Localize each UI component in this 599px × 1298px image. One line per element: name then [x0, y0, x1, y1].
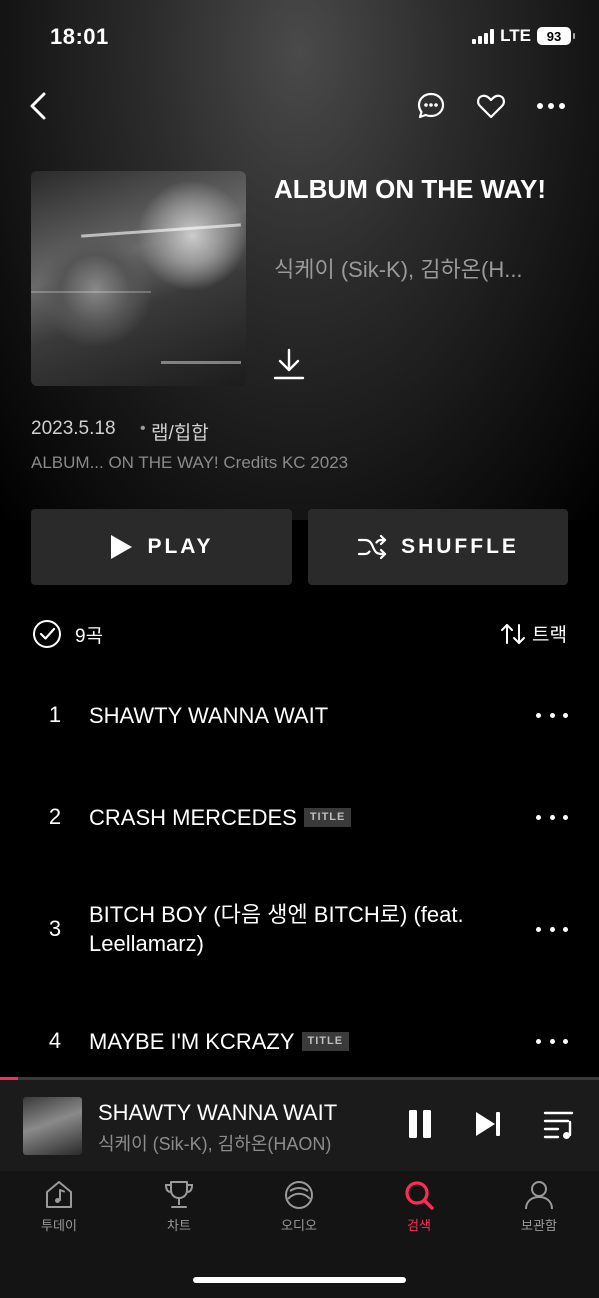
mini-player-artist: 식케이 (Sik-K), 김하온(HAON) — [98, 1134, 332, 1154]
track-title: MAYBE I'M KCRAZY TITLE — [89, 1027, 509, 1056]
profile-icon — [525, 1181, 553, 1210]
track-number: 2 — [48, 804, 62, 829]
tab-label: 오디오 — [281, 1218, 317, 1233]
album-title: ALBUM ON THE WAY! — [274, 174, 547, 204]
sort-label: 트랙 — [532, 625, 567, 646]
download-button[interactable] — [272, 346, 306, 382]
shuffle-button[interactable]: SHUFFLE — [308, 509, 568, 585]
network-type: LTE — [500, 26, 531, 45]
album-cover — [31, 171, 246, 386]
track-number: 3 — [48, 916, 62, 941]
tab-label: 보관함 — [521, 1218, 557, 1233]
genre: 랩/힙합 — [151, 423, 209, 444]
playlist-icon — [543, 1111, 574, 1139]
title-badge: TITLE — [301, 1031, 350, 1051]
more-options-button[interactable] — [533, 88, 569, 124]
download-icon — [273, 348, 305, 380]
tab-label: 차트 — [167, 1218, 191, 1233]
battery-icon: 93 — [537, 27, 575, 45]
signal-icon — [472, 28, 495, 44]
track-row[interactable]: 1 SHAWTY WANNA WAIT — [0, 690, 599, 740]
sort-button[interactable]: 트랙 — [500, 620, 567, 647]
tab-today[interactable]: 투데이 — [14, 1178, 104, 1234]
queue-button[interactable] — [540, 1106, 580, 1142]
track-more-button[interactable] — [536, 1036, 568, 1046]
play-label: PLAY — [147, 535, 214, 558]
track-row[interactable]: 3 BITCH BOY (다음 생엔 BITCH로) (feat. Leella… — [0, 890, 599, 970]
tab-label: 검색 — [407, 1218, 431, 1233]
track-title: BITCH BOY (다음 생엔 BITCH로) (feat. Leellama… — [89, 902, 464, 956]
search-icon — [405, 1181, 434, 1210]
track-count: 9곡 — [75, 625, 104, 647]
track-number: 1 — [48, 702, 62, 727]
playback-progress[interactable] — [0, 1077, 599, 1080]
today-icon — [46, 1181, 72, 1208]
title-badge: TITLE — [303, 807, 352, 827]
play-icon — [111, 535, 133, 559]
progress-fill — [0, 1077, 18, 1080]
mini-player-title: SHAWTY WANNA WAIT — [98, 1100, 338, 1125]
release-date: 2023.5.18 — [31, 418, 116, 439]
heart-icon — [477, 94, 505, 119]
comment-icon — [417, 92, 445, 119]
sort-icon — [501, 623, 526, 644]
comment-button[interactable] — [413, 88, 449, 124]
check-circle-icon — [33, 620, 61, 648]
tab-audio[interactable]: 오디오 — [254, 1178, 344, 1234]
track-row[interactable]: 2 CRASH MERCEDES TITLE — [0, 792, 599, 842]
back-icon — [30, 92, 46, 120]
shuffle-label: SHUFFLE — [401, 535, 519, 558]
album-artist[interactable]: 식케이 (Sik-K), 김하온(H... — [274, 252, 564, 284]
tab-label: 투데이 — [41, 1218, 77, 1233]
status-time: 18:01 — [50, 24, 109, 49]
play-button[interactable]: PLAY — [31, 509, 292, 585]
track-title: SHAWTY WANNA WAIT — [89, 703, 329, 728]
credits-line: ALBUM... ON THE WAY! Credits KC 2023 — [31, 453, 349, 472]
pause-button[interactable] — [402, 1106, 438, 1142]
pause-icon — [409, 1110, 431, 1138]
track-number: 4 — [48, 1028, 62, 1053]
track-title: CRASH MERCEDES TITLE — [89, 803, 509, 832]
like-button[interactable] — [473, 88, 509, 124]
mini-player-cover — [23, 1097, 82, 1155]
trophy-icon — [164, 1181, 194, 1208]
next-icon — [476, 1112, 500, 1136]
track-more-button[interactable] — [536, 924, 568, 934]
status-indicators: LTE 93 — [472, 26, 575, 46]
more-icon — [537, 103, 565, 109]
audio-icon — [285, 1181, 313, 1209]
next-button[interactable] — [470, 1106, 506, 1142]
tab-chart[interactable]: 차트 — [134, 1178, 224, 1234]
track-more-button[interactable] — [536, 710, 568, 720]
select-all-button[interactable]: 9곡 — [31, 618, 103, 650]
track-more-button[interactable] — [536, 812, 568, 822]
tab-library[interactable]: 보관함 — [494, 1178, 584, 1234]
back-button[interactable] — [24, 88, 58, 124]
track-row[interactable]: 4 MAYBE I'M KCRAZY TITLE — [0, 1016, 599, 1066]
meta-separator: • — [140, 420, 146, 437]
home-indicator — [193, 1277, 406, 1283]
tab-search[interactable]: 검색 — [374, 1178, 464, 1234]
shuffle-icon — [357, 534, 387, 560]
